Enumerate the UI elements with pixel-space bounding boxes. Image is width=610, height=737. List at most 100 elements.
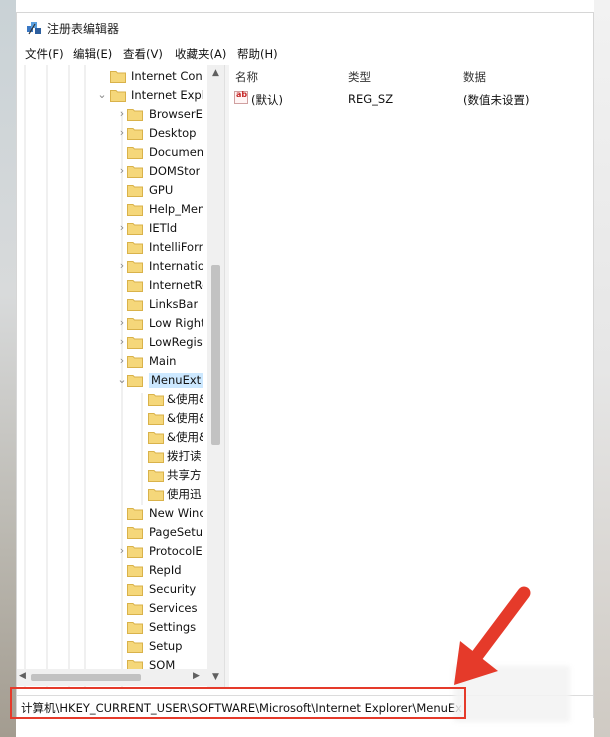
- tree-node-label: &使用&: [167, 392, 203, 406]
- chevron-right-icon[interactable]: ›: [117, 259, 127, 273]
- tree-node[interactable]: ⌄ MenuExt: [17, 371, 217, 390]
- folder-icon: [127, 337, 143, 349]
- tree-vertical-scrollbar[interactable]: ▲ ▼: [207, 65, 224, 687]
- tree-node-label: RepId: [149, 563, 182, 577]
- tree-node[interactable]: 拨打读: [17, 447, 217, 466]
- folder-icon: [127, 109, 143, 121]
- folder-icon: [148, 432, 164, 444]
- tree-node-label: InternetRe: [149, 278, 203, 292]
- tree-node-label: Settings: [149, 620, 197, 634]
- tree-node[interactable]: Document: [17, 143, 217, 162]
- tree-node[interactable]: › IETld: [17, 219, 217, 238]
- folder-icon: [148, 489, 164, 501]
- tree-node[interactable]: 使用迅: [17, 485, 217, 504]
- chevron-right-icon[interactable]: ›: [117, 354, 127, 368]
- tree-node[interactable]: › BrowserEı: [17, 105, 217, 124]
- folder-icon: [127, 318, 143, 330]
- column-header-type[interactable]: 类型: [348, 69, 371, 85]
- tree-node-label: Document: [149, 145, 203, 159]
- column-header-name[interactable]: 名称: [235, 69, 258, 85]
- tree-node[interactable]: Services: [17, 599, 217, 618]
- folder-icon: [127, 508, 143, 520]
- tree-node-label: DOMStor: [149, 164, 201, 178]
- tree-node-label: IntelliForn: [149, 240, 203, 254]
- tree-node[interactable]: Internet Conr: [17, 67, 217, 86]
- tree-node[interactable]: &使用&: [17, 428, 217, 447]
- menu-favorites[interactable]: 收藏夹(A): [175, 46, 226, 62]
- menu-help[interactable]: 帮助(H): [237, 46, 278, 62]
- folder-icon: [127, 546, 143, 558]
- chevron-right-icon[interactable]: ›: [117, 316, 127, 330]
- tree-node[interactable]: › Desktop: [17, 124, 217, 143]
- tree-node[interactable]: › Low Right: [17, 314, 217, 333]
- column-header-data[interactable]: 数据: [463, 69, 486, 85]
- chevron-right-icon[interactable]: ›: [117, 335, 127, 349]
- tree-node[interactable]: 共享方: [17, 466, 217, 485]
- tree-node-label: Help_Men: [149, 202, 203, 216]
- menu-file[interactable]: 文件(F): [25, 46, 64, 62]
- scroll-left-arrow-icon[interactable]: ◀: [19, 671, 26, 681]
- chevron-right-icon[interactable]: ›: [117, 107, 127, 121]
- registry-editor-icon: [27, 22, 41, 35]
- tree-node[interactable]: &使用&: [17, 390, 217, 409]
- folder-icon: [148, 470, 164, 482]
- folder-icon: [127, 185, 143, 197]
- tree-node[interactable]: Settings: [17, 618, 217, 637]
- scroll-up-arrow-icon[interactable]: ▲: [207, 67, 224, 79]
- tree-node-label: ProtocolE: [149, 544, 203, 558]
- value-row[interactable]: ab (默认) REG_SZ (数值未设置): [229, 89, 593, 109]
- tree-scroll-thumb[interactable]: [211, 265, 220, 445]
- folder-icon: [127, 565, 143, 577]
- menu-edit[interactable]: 编辑(E): [73, 46, 112, 62]
- chevron-right-icon[interactable]: ›: [117, 544, 127, 558]
- tree-node[interactable]: IntelliForn: [17, 238, 217, 257]
- tree-node-label: New Winc: [149, 506, 203, 520]
- tree-node-label: &使用&: [167, 411, 203, 425]
- scroll-right-arrow-icon[interactable]: ▶: [193, 671, 200, 681]
- tree-node[interactable]: › Internatio: [17, 257, 217, 276]
- tree-node-label: Setup: [149, 639, 183, 653]
- chevron-right-icon[interactable]: ›: [117, 221, 127, 235]
- annotation-arrow-icon: [454, 586, 531, 685]
- tree-node[interactable]: › ProtocolE: [17, 542, 217, 561]
- tree-node-label: Desktop: [149, 126, 197, 140]
- tree-node[interactable]: LinksBar: [17, 295, 217, 314]
- folder-icon: [148, 394, 164, 406]
- chevron-down-icon[interactable]: ⌄: [97, 88, 107, 102]
- tree-node[interactable]: &使用&: [17, 409, 217, 428]
- menu-view[interactable]: 查看(V): [123, 46, 163, 62]
- folder-icon: [110, 90, 126, 102]
- folder-icon: [127, 622, 143, 634]
- chevron-right-icon[interactable]: ›: [117, 164, 127, 178]
- tree-node[interactable]: PageSetup: [17, 523, 217, 542]
- tree-node-label: 共享方: [167, 468, 202, 482]
- folder-icon: [127, 375, 143, 387]
- folder-icon: [127, 261, 143, 273]
- tree-node[interactable]: Security: [17, 580, 217, 599]
- tree-node-label: IETld: [149, 221, 178, 235]
- tree-node[interactable]: › DOMStor: [17, 162, 217, 181]
- tree-node[interactable]: New Winc: [17, 504, 217, 523]
- tree-node[interactable]: Help_Men: [17, 200, 217, 219]
- tree-horizontal-scrollbar[interactable]: ◀ ▶: [17, 669, 207, 686]
- tree-node[interactable]: ⌄ Internet Explo: [17, 86, 217, 105]
- background-strip-left: [0, 0, 16, 737]
- folder-icon: [127, 147, 143, 159]
- tree-node-label: 使用迅: [167, 487, 202, 501]
- tree-node-label: BrowserEı: [149, 107, 203, 121]
- chevron-right-icon[interactable]: ›: [117, 126, 127, 140]
- scroll-down-arrow-icon[interactable]: ▼: [207, 671, 224, 683]
- tree-node-label: Low Right: [149, 316, 203, 330]
- string-value-icon: ab: [234, 90, 248, 104]
- tree-node[interactable]: GPU: [17, 181, 217, 200]
- tree-hscroll-thumb[interactable]: [31, 674, 141, 681]
- folder-icon: [127, 242, 143, 254]
- tree-node[interactable]: Setup: [17, 637, 217, 656]
- tree-node[interactable]: › LowRegist: [17, 333, 217, 352]
- tree-node[interactable]: › Main: [17, 352, 217, 371]
- tree-node[interactable]: InternetRe: [17, 276, 217, 295]
- chevron-down-icon[interactable]: ⌄: [117, 373, 127, 387]
- tree-node[interactable]: RepId: [17, 561, 217, 580]
- key-tree-pane[interactable]: Internet Conr ⌄ Internet Explo › BrowserEı › D…: [17, 65, 224, 687]
- tree-node-label: Security: [149, 582, 197, 596]
